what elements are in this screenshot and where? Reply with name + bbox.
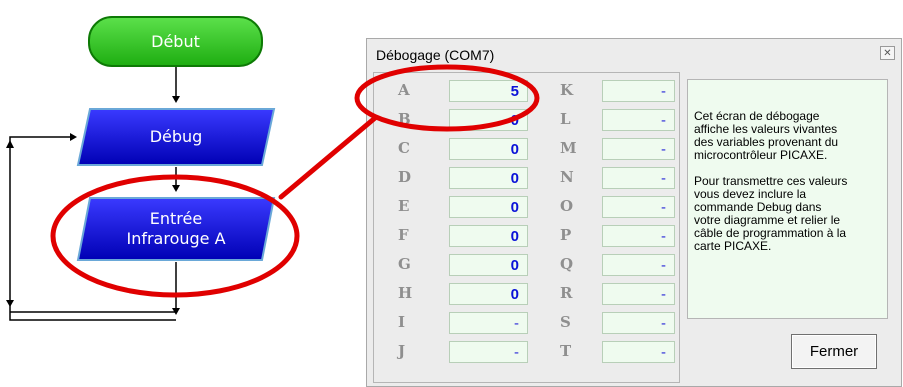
var-name-h: H bbox=[398, 284, 413, 302]
var-value-h: 0 bbox=[449, 283, 528, 305]
var-name-n: N bbox=[560, 168, 574, 186]
var-value-t: - bbox=[602, 341, 675, 363]
var-value-n: - bbox=[602, 167, 675, 189]
debug-node-label: Débug bbox=[149, 127, 203, 146]
var-value-j: - bbox=[449, 341, 528, 363]
infrared-node-label-line1: Entrée bbox=[149, 209, 203, 228]
var-name-a: A bbox=[398, 81, 410, 99]
var-value-e: 0 bbox=[449, 196, 528, 218]
flowchart: Début Débug Entrée Infrarouge A bbox=[0, 0, 340, 387]
var-name-j: J bbox=[398, 342, 406, 360]
var-value-k: - bbox=[602, 80, 675, 102]
var-name-g: G bbox=[398, 255, 411, 273]
var-name-p: P bbox=[560, 226, 572, 244]
var-value-d: 0 bbox=[449, 167, 528, 189]
variables-panel: A 5 B 0 C 0 D 0 E 0 F 0 G 0 H 0 I - J - … bbox=[373, 72, 680, 383]
var-name-i: I bbox=[398, 313, 406, 331]
var-value-s: - bbox=[602, 312, 675, 334]
var-value-a: 5 bbox=[449, 80, 528, 102]
var-value-m: - bbox=[602, 138, 675, 160]
var-name-q: Q bbox=[560, 255, 574, 273]
info-text: Cet écran de débogage affiche les valeur… bbox=[687, 79, 888, 319]
start-node[interactable]: Début bbox=[88, 16, 263, 67]
var-value-p: - bbox=[602, 225, 675, 247]
var-name-e: E bbox=[398, 197, 410, 215]
debug-window-title: Débogage (COM7) bbox=[376, 47, 495, 63]
var-name-m: M bbox=[560, 139, 577, 157]
var-name-k: K bbox=[560, 81, 574, 99]
var-name-c: C bbox=[398, 139, 410, 157]
debug-window: Débogage (COM7) ✕ A 5 B 0 C 0 D 0 E 0 F … bbox=[366, 38, 902, 387]
var-name-d: D bbox=[398, 168, 412, 186]
var-value-r: - bbox=[602, 283, 675, 305]
var-name-b: B bbox=[398, 110, 411, 128]
close-icon[interactable]: ✕ bbox=[880, 46, 895, 60]
debug-node[interactable]: Débug bbox=[76, 107, 276, 167]
infrared-node-label-line2: Infrarouge A bbox=[126, 229, 226, 248]
var-value-o: - bbox=[602, 196, 675, 218]
close-button[interactable]: Fermer bbox=[791, 334, 877, 369]
var-name-t: T bbox=[560, 342, 572, 360]
var-name-r: R bbox=[560, 284, 573, 302]
var-name-s: S bbox=[560, 313, 571, 331]
var-name-o: O bbox=[560, 197, 574, 215]
var-value-f: 0 bbox=[449, 225, 528, 247]
start-node-label: Début bbox=[151, 32, 200, 51]
var-name-l: L bbox=[560, 110, 571, 128]
infrared-input-node[interactable]: Entrée Infrarouge A bbox=[76, 196, 276, 262]
var-value-g: 0 bbox=[449, 254, 528, 276]
var-value-b: 0 bbox=[449, 109, 528, 131]
var-value-i: - bbox=[449, 312, 528, 334]
var-value-l: - bbox=[602, 109, 675, 131]
infrared-node-label: Entrée Infrarouge A bbox=[126, 209, 225, 249]
var-name-f: F bbox=[398, 226, 409, 244]
var-value-c: 0 bbox=[449, 138, 528, 160]
var-value-q: - bbox=[602, 254, 675, 276]
